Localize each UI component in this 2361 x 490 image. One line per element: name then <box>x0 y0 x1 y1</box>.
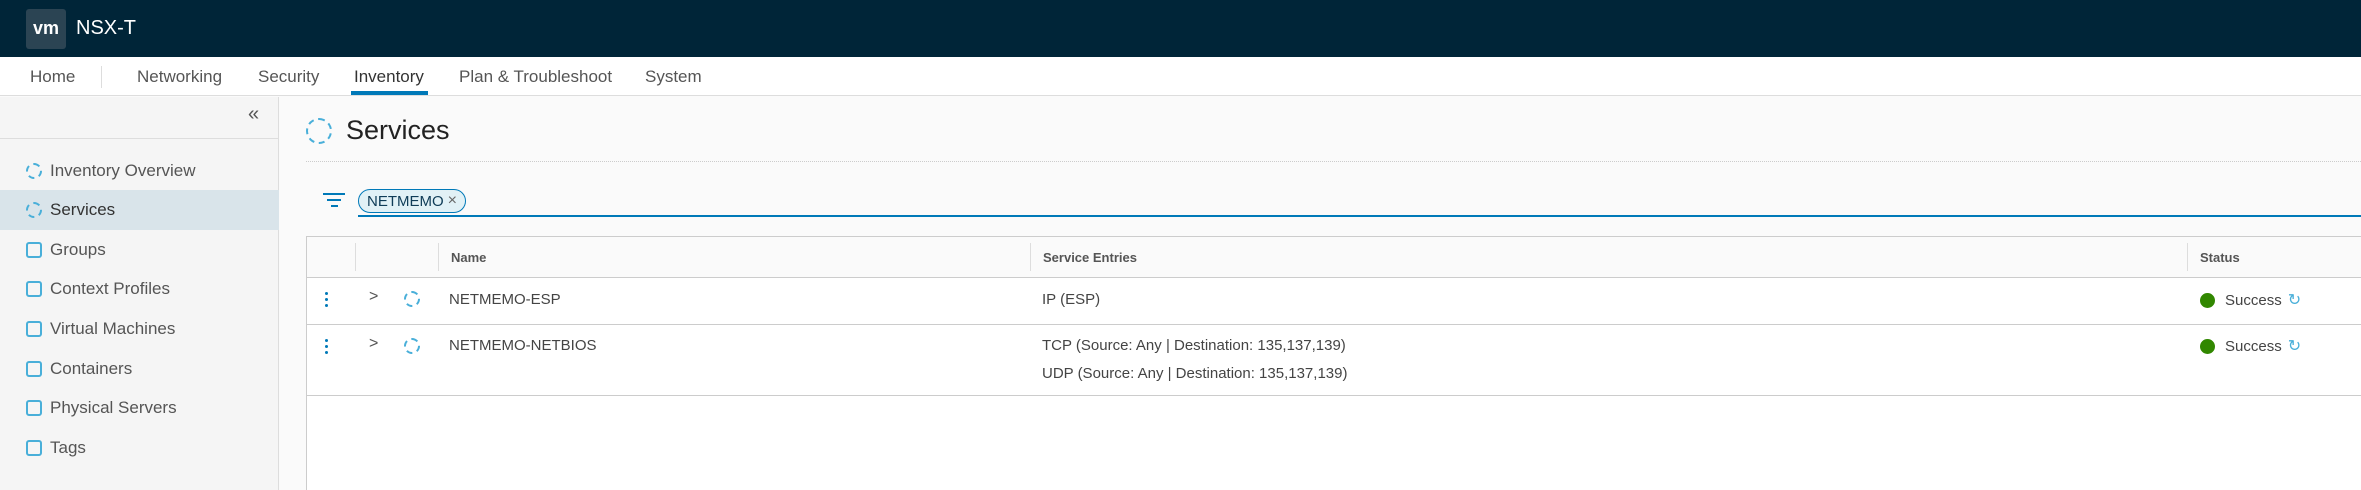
service-entry: IP (ESP) <box>1042 291 1101 308</box>
filter-chip-label: NETMEMO <box>367 192 444 210</box>
top-nav: Home Networking Security Inventory Plan … <box>0 57 2361 96</box>
title-divider <box>306 161 2361 162</box>
column-header-status[interactable]: Status <box>2200 250 2240 265</box>
sidebar-item-label: Services <box>50 200 116 219</box>
table-row: > NETMEMO-NETBIOS TCP (Source: Any | Des… <box>307 325 2361 396</box>
success-status-icon <box>2200 293 2215 308</box>
expand-row-icon[interactable]: > <box>369 288 378 306</box>
close-icon[interactable]: × <box>448 192 457 210</box>
service-entry: TCP (Source: Any | Destination: 135,137,… <box>1042 337 1346 354</box>
filter-chip: NETMEMO × <box>358 189 467 213</box>
container-icon <box>26 361 42 377</box>
sidebar-item-inventory-overview[interactable]: Inventory Overview <box>0 151 279 191</box>
services-table: Name Service Entries Status > NETMEMO-ES… <box>306 236 2361 490</box>
collapse-sidebar-icon[interactable]: « <box>248 103 259 126</box>
service-name[interactable]: NETMEMO-NETBIOS <box>449 337 597 354</box>
nav-inventory[interactable]: Inventory <box>354 67 424 87</box>
page-title-text: Services <box>346 115 450 145</box>
status-badge: Success ↻ <box>2200 290 2301 310</box>
sidebar-item-tags[interactable]: Tags <box>0 428 279 468</box>
server-icon <box>26 400 42 416</box>
gear-icon <box>26 202 42 218</box>
nav-system[interactable]: System <box>645 67 702 87</box>
gear-icon <box>306 117 332 144</box>
status-text: Success <box>2225 292 2282 309</box>
refresh-icon[interactable]: ↻ <box>2288 292 2301 309</box>
service-icon <box>404 291 420 307</box>
row-actions-icon[interactable] <box>325 339 328 357</box>
nav-divider <box>101 66 102 88</box>
sidebar-item-services[interactable]: Services <box>0 190 279 230</box>
vm-icon <box>26 321 42 337</box>
dashboard-icon <box>26 163 42 179</box>
column-header-service-entries[interactable]: Service Entries <box>1043 250 1137 265</box>
context-profile-icon <box>26 281 42 297</box>
nav-home[interactable]: Home <box>30 67 75 87</box>
expand-row-icon[interactable]: > <box>369 335 378 353</box>
sidebar-item-label: Virtual Machines <box>50 319 176 338</box>
page-title: Services <box>306 115 450 146</box>
sidebar-item-label: Inventory Overview <box>50 161 196 180</box>
vmware-logo[interactable]: vm <box>26 8 66 49</box>
sidebar-item-context-profiles[interactable]: Context Profiles <box>0 269 279 309</box>
sidebar-divider <box>0 138 279 139</box>
main-content: Services NETMEMO × Name Service Entries S… <box>280 97 2361 490</box>
nav-security[interactable]: Security <box>258 67 319 87</box>
app-name: NSX-T <box>76 17 136 39</box>
sidebar-item-label: Context Profiles <box>50 279 170 298</box>
groups-icon <box>26 242 42 258</box>
service-entry: UDP (Source: Any | Destination: 135,137,… <box>1042 365 1348 382</box>
sidebar-item-containers[interactable]: Containers <box>0 349 279 389</box>
app-header: vm NSX-T <box>0 0 2361 57</box>
row-actions-icon[interactable] <box>325 292 328 310</box>
sidebar-item-label: Containers <box>50 359 133 378</box>
success-status-icon <box>2200 339 2215 354</box>
service-name[interactable]: NETMEMO-ESP <box>449 291 561 308</box>
tag-icon <box>26 440 42 456</box>
sidebar-item-label: Groups <box>50 240 106 259</box>
active-tab-indicator <box>351 91 428 95</box>
service-icon <box>404 338 420 354</box>
sidebar-item-label: Physical Servers <box>50 398 177 417</box>
sidebar-item-virtual-machines[interactable]: Virtual Machines <box>0 309 279 349</box>
sidebar: « Inventory Overview Services Groups Con… <box>0 97 279 490</box>
nav-networking[interactable]: Networking <box>137 67 222 87</box>
nav-plan-troubleshoot[interactable]: Plan & Troubleshoot <box>459 67 612 87</box>
column-header-name[interactable]: Name <box>451 250 486 265</box>
status-text: Success <box>2225 338 2282 355</box>
sidebar-item-groups[interactable]: Groups <box>0 230 279 270</box>
refresh-icon[interactable]: ↻ <box>2288 338 2301 355</box>
filter-input[interactable] <box>358 215 2361 217</box>
sidebar-item-label: Tags <box>50 438 86 457</box>
table-header: Name Service Entries Status <box>307 237 2361 278</box>
status-badge: Success ↻ <box>2200 336 2301 356</box>
sidebar-item-physical-servers[interactable]: Physical Servers <box>0 388 279 428</box>
table-row: > NETMEMO-ESP IP (ESP) Success ↻ <box>307 278 2361 325</box>
filter-icon[interactable] <box>322 189 346 211</box>
